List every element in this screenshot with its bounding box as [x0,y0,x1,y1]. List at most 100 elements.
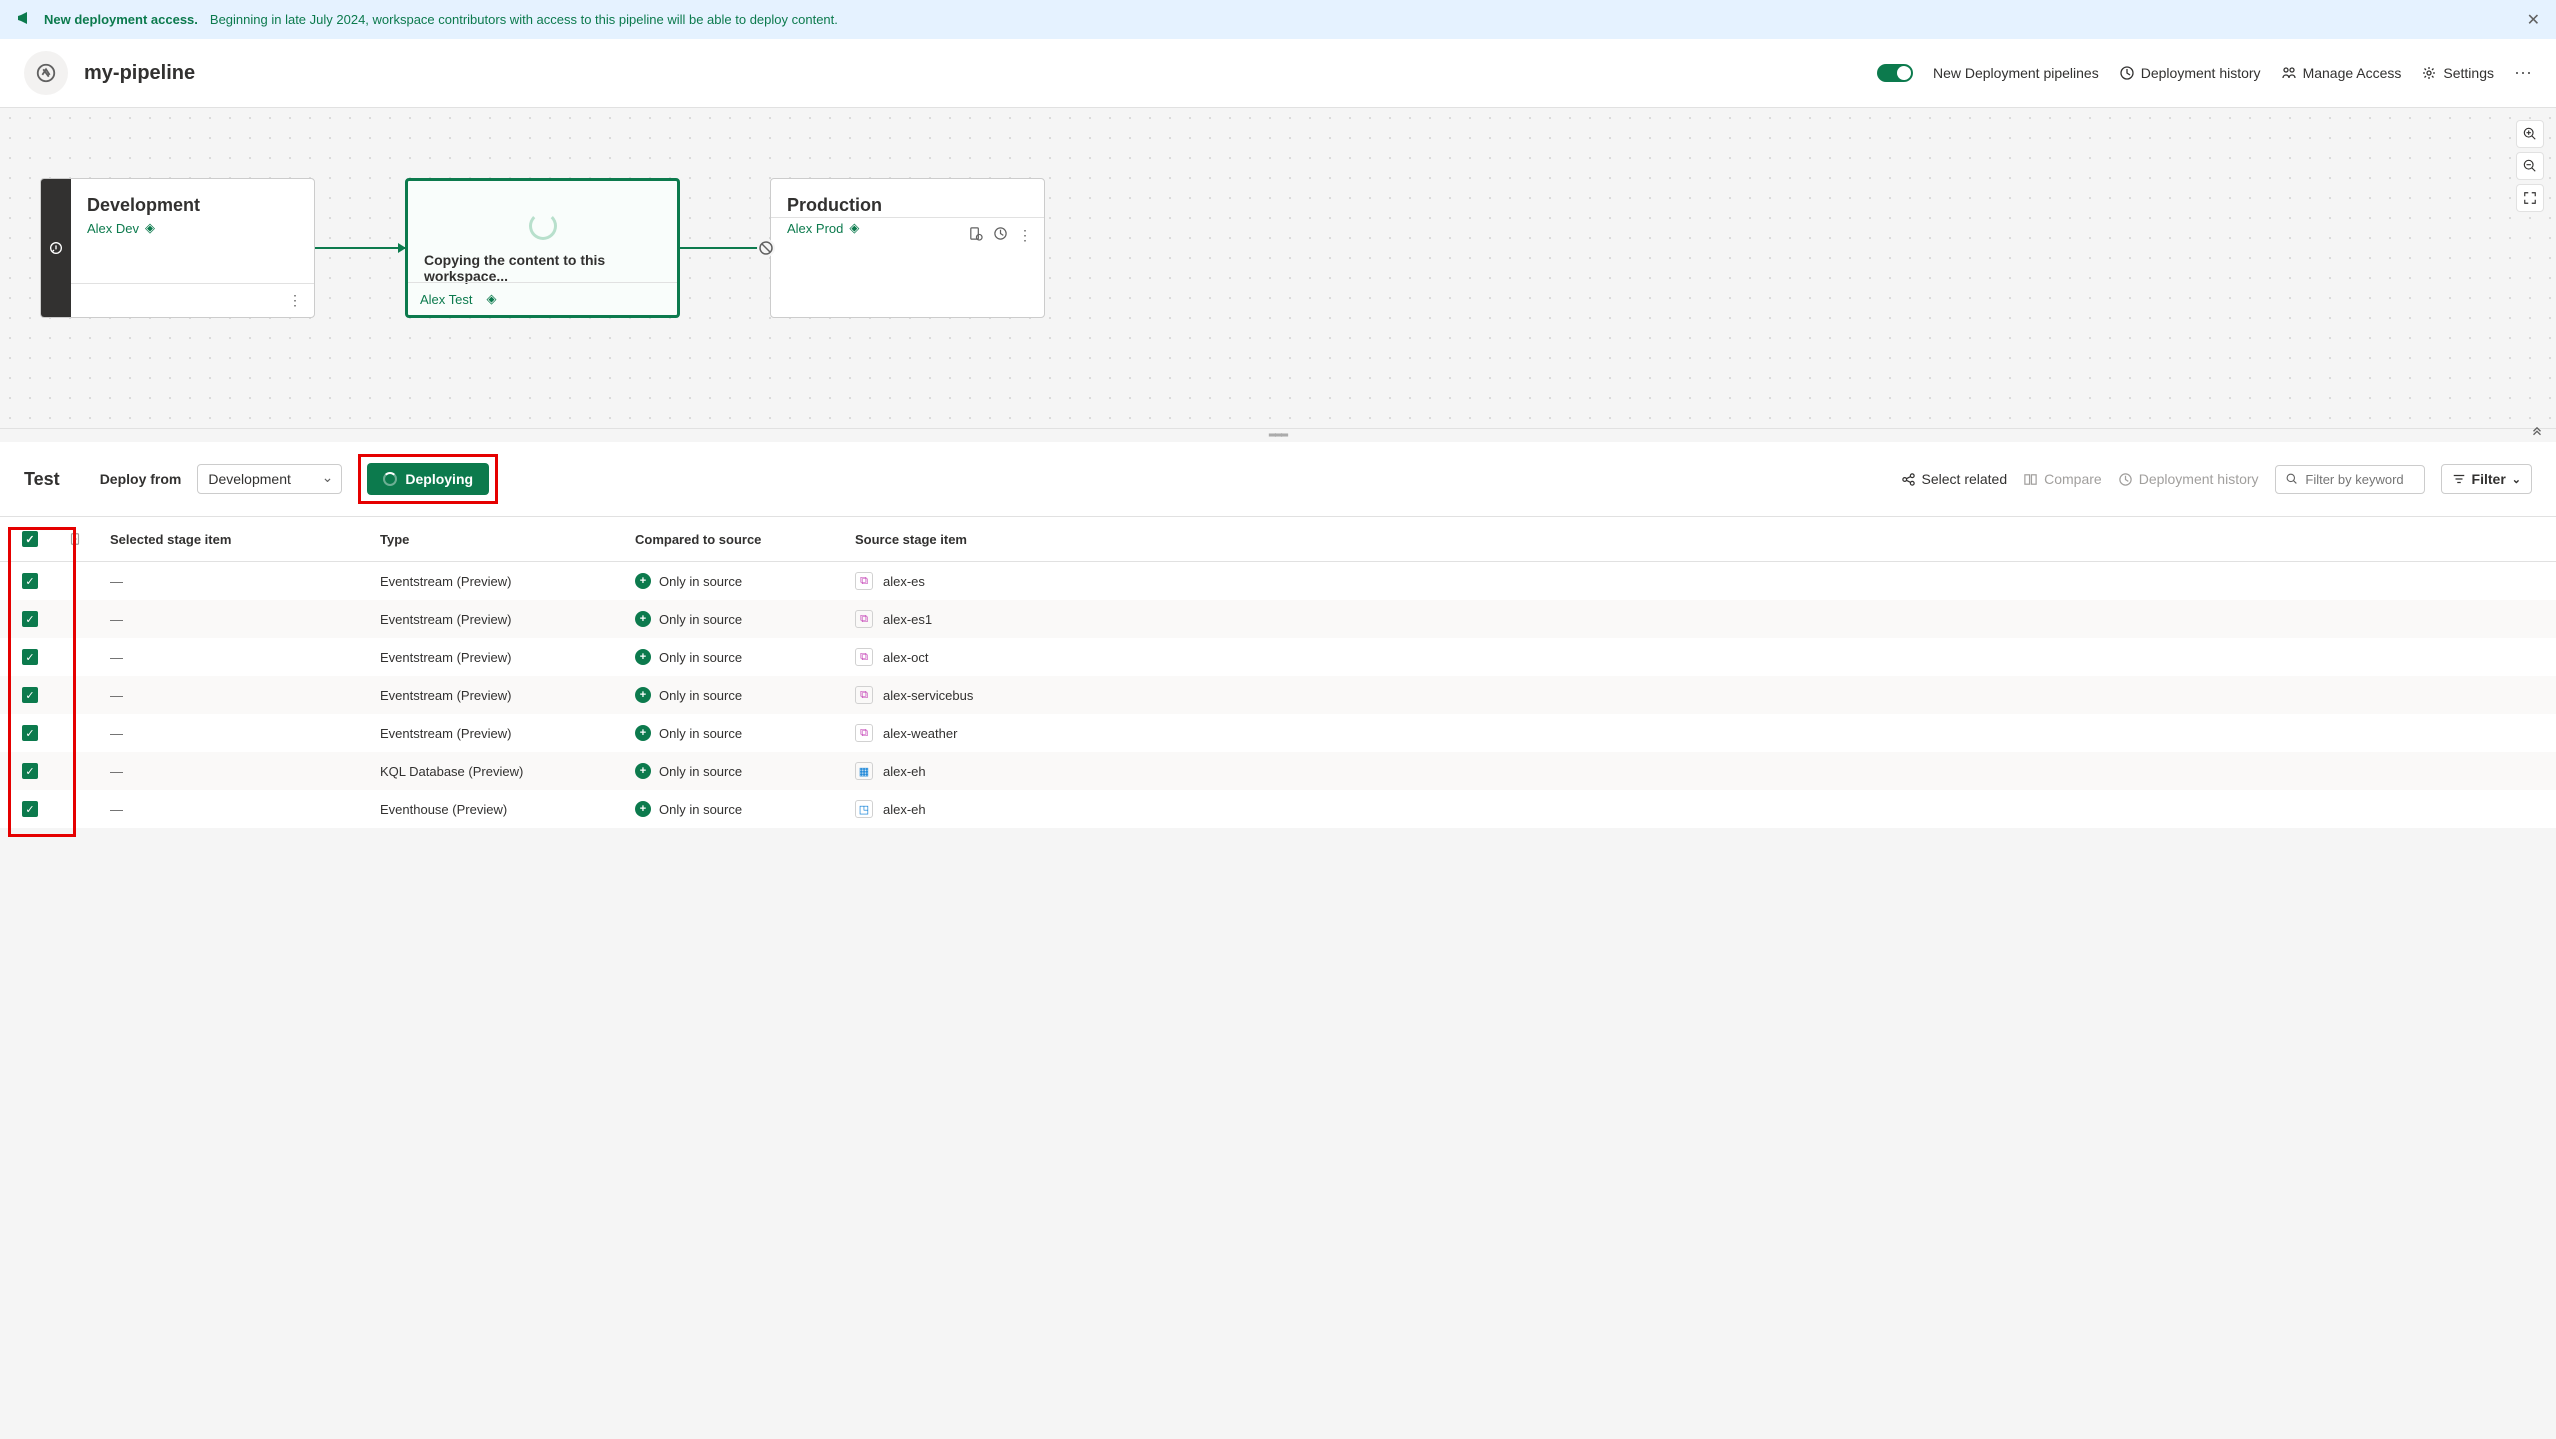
type-value: KQL Database (Preview) [380,764,635,779]
deployment-history-label: Deployment history [2141,65,2261,81]
row-checkbox[interactable]: ✓ [22,801,38,817]
more-icon[interactable]: ⋮ [1018,227,1032,244]
share-icon [1901,472,1916,487]
connector-arrow [315,247,405,249]
rules-icon[interactable] [968,226,983,244]
new-pipelines-toggle[interactable] [1877,64,1913,82]
selected-value: — [110,612,123,627]
history-icon[interactable] [993,226,1008,244]
row-checkbox[interactable]: ✓ [22,649,38,665]
compare-link: Compare [2023,471,2102,487]
item-type-icon: ⧉ [855,686,873,704]
gear-icon [2421,65,2437,81]
table-row[interactable]: ✓ — Eventstream (Preview) + Only in sour… [0,562,2556,600]
stage-dev-sidebar [41,179,71,317]
pipeline-logo [24,51,68,95]
type-value: Eventstream (Preview) [380,574,635,589]
highlight-deploying: Deploying [358,454,498,504]
select-related-link[interactable]: Select related [1901,471,2008,487]
table-row[interactable]: ✓ — Eventstream (Preview) + Only in sour… [0,600,2556,638]
compare-icon [2023,472,2038,487]
stage-development[interactable]: Development Alex Dev ◈ ⋮ [40,178,315,318]
select-all-checkbox[interactable]: ✓ [22,531,38,547]
compared-value: Only in source [659,802,742,817]
stage-test[interactable]: Copying the content to this workspace...… [405,178,680,318]
stage-prod-footer: ⋮ [771,217,1044,252]
panel-divider[interactable]: ═══ [0,428,2556,442]
filter-icon [2452,472,2466,486]
stage-prod-title: Production [787,195,1028,216]
deploying-button[interactable]: Deploying [367,463,489,495]
row-checkbox[interactable]: ✓ [22,725,38,741]
fit-button[interactable] [2516,184,2544,212]
header-actions: New Deployment pipelines Deployment hist… [1877,63,2532,84]
table-row[interactable]: ✓ — KQL Database (Preview) + Only in sou… [0,752,2556,790]
item-type-icon: ▦ [855,762,873,780]
history-icon [2119,65,2135,81]
diamond-icon: ◈ [145,220,155,236]
source-value: alex-weather [883,726,957,741]
settings-link[interactable]: Settings [2421,65,2494,81]
megaphone-icon [16,10,32,29]
deploy-from-label: Deploy from [100,471,182,487]
type-value: Eventstream (Preview) [380,726,635,741]
toolbar-title: Test [24,469,60,490]
header-selected[interactable]: Selected stage item [90,532,380,547]
items-table: ✓ Selected stage item Type Compared to s… [0,517,2556,828]
table-row[interactable]: ✓ — Eventstream (Preview) + Only in sour… [0,714,2556,752]
plus-icon: + [635,611,651,627]
row-checkbox[interactable]: ✓ [22,687,38,703]
header-source[interactable]: Source stage item [835,532,2556,547]
pipeline-canvas: Development Alex Dev ◈ ⋮ Copying the con… [0,108,2556,428]
info-banner: New deployment access. Beginning in late… [0,0,2556,39]
close-icon[interactable]: ✕ [2527,10,2540,30]
plus-icon: + [635,687,651,703]
grip-icon: ═══ [1269,430,1287,441]
header-compared[interactable]: Compared to source [635,532,835,547]
collapse-icon[interactable] [60,532,90,546]
compared-value: Only in source [659,764,742,779]
table-row[interactable]: ✓ — Eventhouse (Preview) + Only in sourc… [0,790,2556,828]
table-row[interactable]: ✓ — Eventstream (Preview) + Only in sour… [0,676,2556,714]
new-pipelines-label: New Deployment pipelines [1933,65,2099,81]
banner-text: Beginning in late July 2024, workspace c… [210,12,838,27]
stage-test-footer: Alex Test ◈ [408,282,677,315]
type-value: Eventstream (Preview) [380,612,635,627]
deploy-from-select[interactable]: Development [197,464,342,494]
search-input[interactable] [2305,472,2413,487]
more-icon[interactable]: ⋮ [288,292,302,309]
stage-dev-footer: ⋮ [71,283,314,317]
more-icon[interactable]: ⋯ [2514,63,2532,84]
spinner-icon [383,472,397,486]
stage-dev-subtitle: Alex Dev ◈ [87,220,298,236]
table-row[interactable]: ✓ — Eventstream (Preview) + Only in sour… [0,638,2556,676]
zoom-in-button[interactable] [2516,120,2544,148]
chevron-down-icon: ⌄ [2512,473,2521,486]
manage-access-link[interactable]: Manage Access [2281,65,2402,81]
plus-icon: + [635,573,651,589]
row-checkbox[interactable]: ✓ [22,763,38,779]
filter-button[interactable]: Filter ⌄ [2441,464,2532,494]
compared-value: Only in source [659,688,742,703]
pipeline-stages: Development Alex Dev ◈ ⋮ Copying the con… [40,178,2516,318]
row-checkbox[interactable]: ✓ [22,573,38,589]
row-checkbox[interactable]: ✓ [22,611,38,627]
item-type-icon: ⧉ [855,610,873,628]
deployment-history-link[interactable]: Deployment history [2119,65,2261,81]
items-toolbar: Test Deploy from Development Deploying S… [0,442,2556,517]
stage-dev-title: Development [87,195,298,216]
header-type[interactable]: Type [380,532,635,547]
stage-production[interactable]: Production Alex Prod ◈ ⋮ [770,178,1045,318]
search-box[interactable] [2275,465,2425,494]
expand-icon[interactable] [2530,426,2544,445]
zoom-out-button[interactable] [2516,152,2544,180]
loading-spinner [529,212,557,240]
rocket-icon [48,240,64,256]
diamond-icon: ◈ [487,291,497,307]
source-value: alex-eh [883,802,926,817]
deployment-history-link-2: Deployment history [2118,471,2259,487]
selected-value: — [110,764,123,779]
page-header: my-pipeline New Deployment pipelines Dep… [0,39,2556,108]
item-type-icon: ⧉ [855,648,873,666]
compared-value: Only in source [659,726,742,741]
